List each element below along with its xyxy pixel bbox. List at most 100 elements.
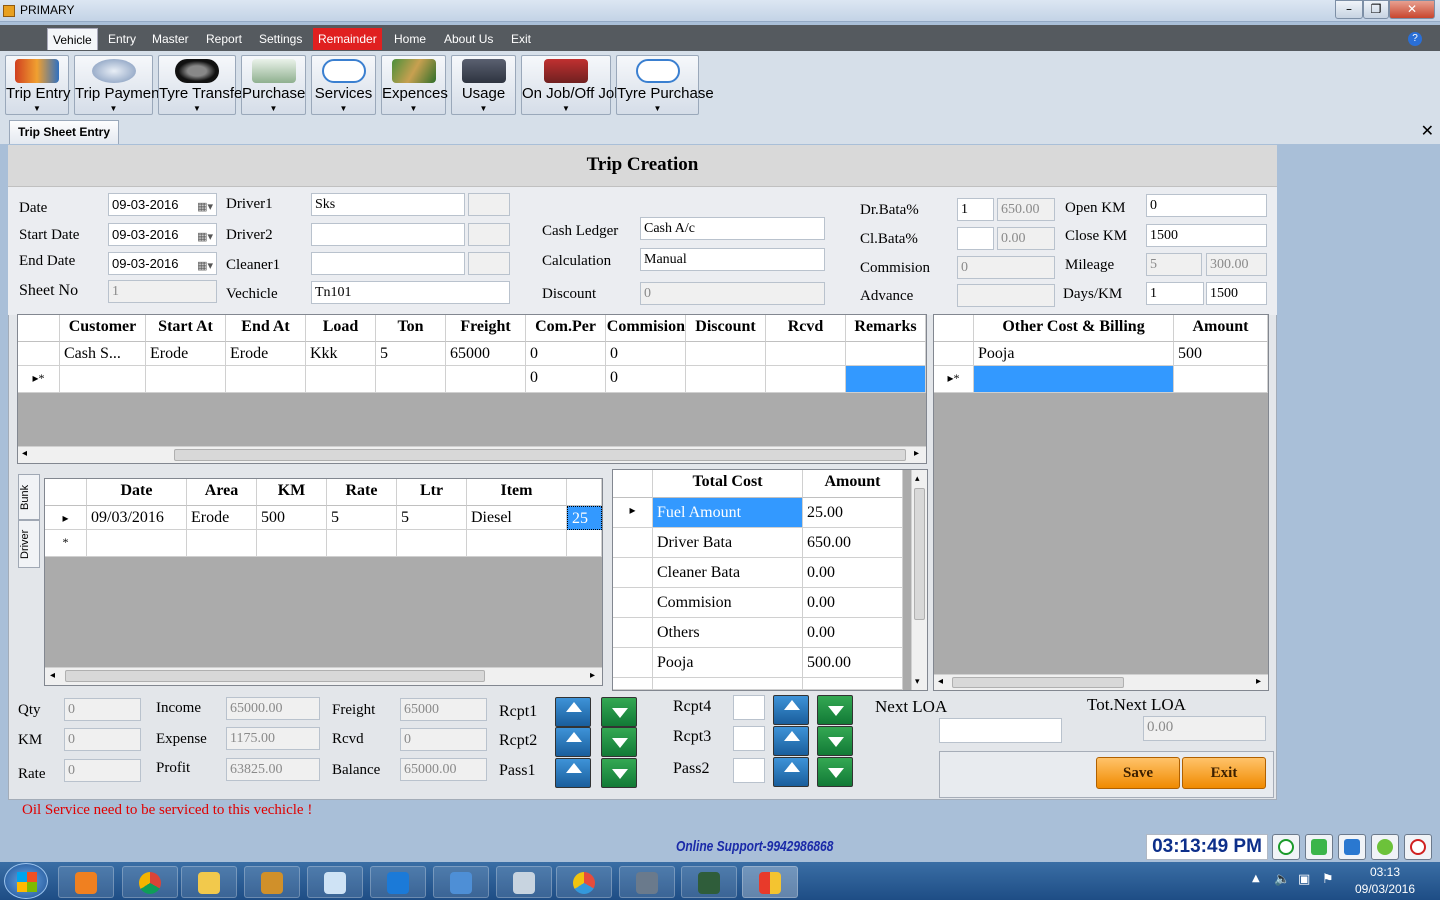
row-header[interactable] [613,528,653,558]
table-cell[interactable] [467,530,567,557]
table-cell[interactable]: Diesel [467,506,567,530]
table-cell[interactable] [1174,366,1268,393]
table-cell[interactable]: 650.00 [803,528,903,558]
menu-vehicle[interactable]: Vehicle [47,28,98,50]
table-cell[interactable] [87,530,187,557]
menu-about-us[interactable]: About Us [439,28,498,50]
taskbar-time[interactable]: 03:13 [1360,865,1410,879]
purchase-button[interactable]: Purchase ▼ [241,55,306,115]
table-cell[interactable]: 0.00 [803,618,903,648]
table-cell[interactable]: 09/03/2016 [87,506,187,530]
close-window-button[interactable]: ✕ [1389,0,1435,19]
col-area[interactable]: Area [187,479,257,506]
rcpt1-download-button[interactable] [601,697,637,727]
selected-cell[interactable]: 25 [567,506,602,530]
cl-bata-field[interactable] [957,227,994,250]
close-km-field[interactable]: 1500 [1146,224,1267,247]
calendar-icon[interactable]: ▦▾ [197,197,213,215]
days-field[interactable]: 1 [1146,282,1204,305]
col-rate[interactable]: Rate [327,479,397,506]
maximize-button[interactable]: ❐ [1363,0,1389,19]
table-cell[interactable] [653,678,803,690]
table-cell[interactable] [446,366,526,393]
power-button[interactable] [1404,834,1432,860]
dr-bata-field[interactable]: 1 [957,198,994,221]
taskbar-app[interactable] [244,866,300,898]
taskbar-chrome[interactable] [122,866,178,898]
date-picker[interactable]: 09-03-2016 ▦▾ [108,193,217,216]
pass2-field[interactable] [733,758,765,783]
scroll-thumb[interactable] [174,449,906,461]
vertical-scrollbar[interactable]: ▴ ▾ [911,470,927,690]
col-start-at[interactable]: Start At [146,315,226,342]
row-header[interactable] [613,588,653,618]
rcpt3-field[interactable] [733,726,765,751]
table-cell[interactable]: 0 [606,366,686,393]
scroll-right-icon[interactable]: ▸ [1256,676,1261,687]
scroll-thumb[interactable] [914,488,925,620]
col-total-cost[interactable]: Total Cost [653,470,803,498]
table-cell[interactable] [376,366,446,393]
table-cell[interactable]: 25.00 [803,498,903,528]
table-cell[interactable]: Commision [653,588,803,618]
menu-entry[interactable]: Entry [103,28,141,50]
menu-home[interactable]: Home [389,28,431,50]
rcpt1-upload-button[interactable] [555,697,591,727]
driver1-field[interactable]: Sks [311,193,465,216]
pass2-download-button[interactable] [817,757,853,787]
scroll-left-icon[interactable]: ◂ [22,448,27,459]
table-cell[interactable]: Cash S... [60,342,146,366]
table-cell[interactable]: 500.00 [803,648,903,678]
tyre-transfer-button[interactable]: Tyre Transfer ▼ [158,55,247,115]
on-off-job-button[interactable]: On Job/Off Job ▼ [521,55,623,115]
mail-button[interactable] [1305,834,1333,860]
taskbar-date[interactable]: 09/03/2016 [1348,882,1422,896]
tray-expand-icon[interactable]: ▲ [1252,873,1260,884]
row-header[interactable] [18,342,60,366]
tab-trip-sheet-entry[interactable]: Trip Sheet Entry [9,120,120,144]
table-cell[interactable] [226,366,306,393]
expences-button[interactable]: Expences ▼ [381,55,448,115]
exit-button[interactable]: Exit [1182,757,1266,789]
taskbar-primary-app[interactable] [742,866,798,898]
taskbar-notepad[interactable] [307,866,363,898]
end-date-picker[interactable]: 09-03-2016 ▦▾ [108,252,217,275]
scroll-up-icon[interactable]: ▴ [915,473,920,484]
scroll-left-icon[interactable]: ◂ [50,670,55,681]
new-row-marker[interactable]: ▸* [18,366,60,393]
km-field[interactable]: 1500 [1206,282,1267,305]
row-header[interactable] [613,618,653,648]
menu-report[interactable]: Report [201,28,247,50]
table-cell[interactable]: 0 [526,342,606,366]
rcpt2-download-button[interactable] [601,727,637,757]
new-row-marker[interactable]: * [45,530,87,557]
trip-entry-button[interactable]: Trip Entry ▼ [5,55,70,115]
taskbar-media[interactable] [58,866,114,898]
col-amount[interactable] [567,479,602,506]
table-cell[interactable]: Pooja [653,648,803,678]
current-row-marker[interactable]: ▸ [613,498,653,528]
horizontal-scrollbar[interactable]: ◂ ▸ [18,446,926,463]
col-discount[interactable]: Discount [686,315,766,342]
table-cell[interactable] [766,366,846,393]
table-cell[interactable] [397,530,467,557]
cleaner1-field[interactable] [311,252,465,275]
tab-bunk[interactable]: Bunk [18,474,40,520]
col-date[interactable]: Date [87,479,187,506]
next-loa-field[interactable] [939,718,1062,743]
col-amount[interactable]: Amount [1174,315,1268,342]
selected-cell[interactable] [974,366,1174,393]
col-freight[interactable]: Freight [446,315,526,342]
table-cell[interactable]: Kkk [306,342,376,366]
minimize-button[interactable]: – [1335,0,1363,19]
table-cell[interactable]: 5 [397,506,467,530]
table-cell[interactable]: Cleaner Bata [653,558,803,588]
vehicle-field[interactable]: Tn101 [311,281,510,304]
table-cell[interactable] [803,678,903,690]
network-icon[interactable]: ▣ [1298,872,1310,887]
col-customer[interactable]: Customer [60,315,146,342]
table-cell[interactable]: 0 [526,366,606,393]
table-cell[interactable] [686,342,766,366]
taskbar-teamviewer[interactable] [370,866,426,898]
volume-icon[interactable]: 🔈 [1274,872,1290,887]
